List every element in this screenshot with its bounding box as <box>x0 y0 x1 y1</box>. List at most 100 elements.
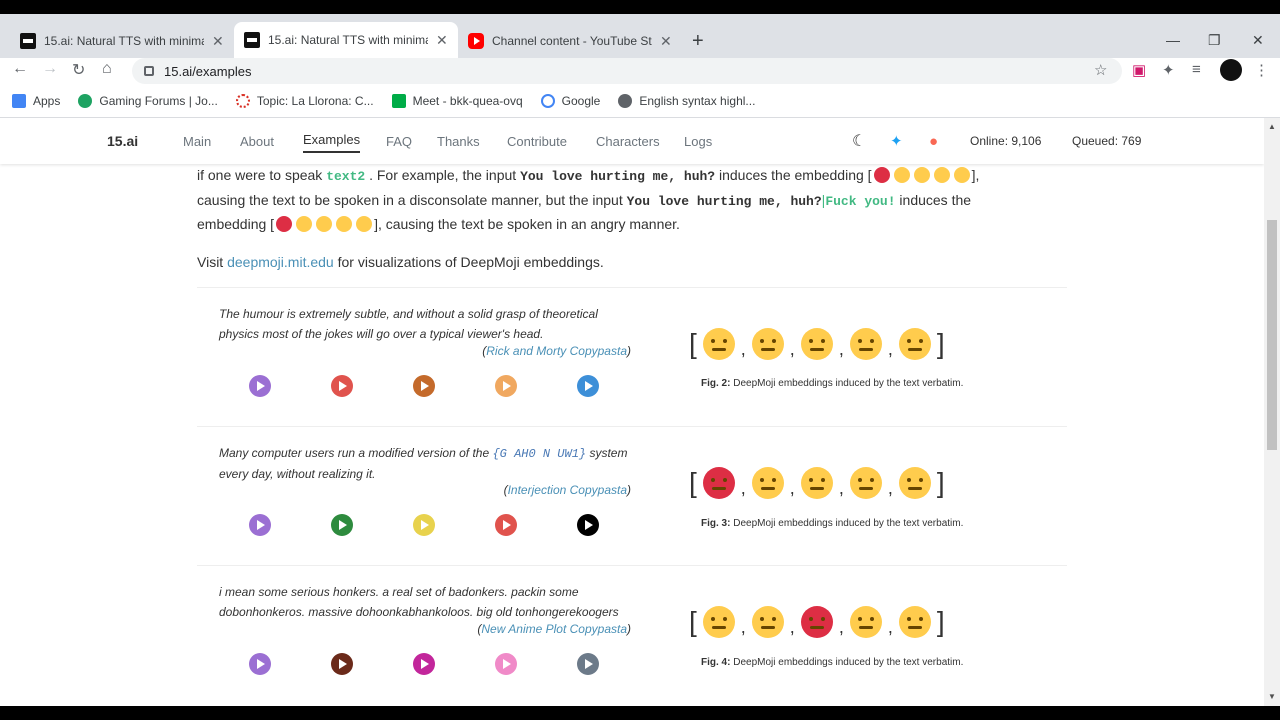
bookmark-apps[interactable]: Apps <box>12 93 60 108</box>
reading-list-icon[interactable]: ≡ <box>1192 61 1201 78</box>
page-scrollbar[interactable]: ▲ ▼ <box>1264 118 1280 706</box>
moon-icon[interactable]: ☾ <box>852 131 866 151</box>
browser-tab-1[interactable]: 15.ai: Natural TTS with minimal d ✕ <box>10 24 234 58</box>
devil-emoji-icon <box>800 606 833 638</box>
scrollbar-thumb[interactable] <box>1267 220 1277 450</box>
source-link[interactable]: Rick and Morty Copypasta <box>486 344 627 358</box>
source-link[interactable]: Interjection Copypasta <box>508 483 627 497</box>
play-button[interactable] <box>331 514 353 536</box>
angry-face-emoji-icon <box>316 216 333 232</box>
reload-icon[interactable]: ↻ <box>72 60 85 80</box>
visit-paragraph: Visit deepmoji.mit.edu for visualization… <box>197 253 604 270</box>
source-link[interactable]: New Anime Plot Copypasta <box>481 622 627 636</box>
nav-about[interactable]: About <box>240 134 274 149</box>
pocket-icon[interactable]: ▣ <box>1132 61 1146 79</box>
muscle-emoji-icon <box>751 606 784 638</box>
steam-emoji-icon <box>336 216 353 232</box>
close-icon[interactable]: ✕ <box>660 33 672 50</box>
nav-logs[interactable]: Logs <box>684 134 712 149</box>
web-page: 15.ai Main About Examples FAQ Thanks Con… <box>0 118 1264 706</box>
grinning-emoji-icon <box>849 328 882 360</box>
emoji-figure: [ , , , , ] <box>689 606 945 638</box>
queued-count: Queued: 769 <box>1072 134 1142 148</box>
patreon-icon[interactable]: ● <box>929 133 938 150</box>
meet-icon <box>391 93 406 108</box>
google-icon <box>540 93 555 108</box>
restore-icon[interactable]: ❐ <box>1208 32 1221 49</box>
nav-thanks[interactable]: Thanks <box>437 134 480 149</box>
confused-emoji-icon <box>933 167 950 183</box>
expressionless-emoji-icon <box>800 467 833 499</box>
play-button[interactable] <box>413 514 435 536</box>
nav-main[interactable]: Main <box>183 134 211 149</box>
star-icon[interactable]: ☆ <box>1094 61 1107 79</box>
profile-avatar[interactable] <box>1220 59 1242 81</box>
play-button[interactable] <box>495 653 517 675</box>
ok-hand-emoji-icon <box>356 216 373 232</box>
forward-icon[interactable]: → <box>42 60 58 78</box>
bookmark-google[interactable]: Google <box>540 93 600 108</box>
play-buttons <box>249 514 659 536</box>
address-bar[interactable]: 15.ai/examples <box>132 58 1122 84</box>
play-button[interactable] <box>249 375 271 397</box>
browser-tab-3[interactable]: Channel content - YouTube Studi ✕ <box>458 24 682 58</box>
play-button[interactable] <box>413 653 435 675</box>
bookmark-gaming-forums[interactable]: Gaming Forums | Jo... <box>78 93 218 108</box>
pensive-emoji-icon <box>913 167 930 183</box>
favicon-15ai-icon <box>244 32 260 48</box>
nav-faq[interactable]: FAQ <box>386 134 412 149</box>
play-button[interactable] <box>495 514 517 536</box>
nav-examples[interactable]: Examples <box>303 132 361 153</box>
play-button[interactable] <box>331 375 353 397</box>
inline-code: You love hurting me, huh? <box>520 169 716 184</box>
inline-code: You love hurting me, huh? <box>626 193 822 209</box>
figure-caption: Fig. 4: DeepMoji embeddings induced by t… <box>701 657 964 668</box>
example-quote: Many computer users run a modified versi… <box>219 446 628 481</box>
bookmark-english-syntax[interactable]: English syntax highl... <box>618 93 755 108</box>
main-content: if one were to speak text2 . For example… <box>197 164 1067 675</box>
play-button[interactable] <box>495 375 517 397</box>
heart-emoji-icon <box>873 167 890 183</box>
close-window-icon[interactable]: ✕ <box>1252 32 1264 49</box>
inline-code: text2 <box>326 169 366 184</box>
apps-grid-icon <box>12 93 26 108</box>
play-buttons <box>249 653 659 675</box>
bookmark-meet[interactable]: Meet - bkk-quea-ovq <box>391 93 523 108</box>
nav-contribute[interactable]: Contribute <box>507 134 567 149</box>
close-icon[interactable]: ✕ <box>436 32 448 49</box>
winking-tongue-emoji-icon <box>751 328 784 360</box>
close-icon[interactable]: ✕ <box>212 33 224 50</box>
intro-paragraph: if one were to speak text2 . For example… <box>197 167 980 232</box>
angry-emoji-icon <box>751 467 784 499</box>
tab-title: 15.ai: Natural TTS with minimal d <box>268 33 428 47</box>
play-button[interactable] <box>413 375 435 397</box>
example-card: Many computer users run a modified versi… <box>197 426 1067 564</box>
back-icon[interactable]: ← <box>12 60 28 78</box>
twitter-icon[interactable]: ✦ <box>890 132 903 150</box>
new-tab-button[interactable]: + <box>692 30 704 53</box>
url-text: 15.ai/examples <box>164 63 252 79</box>
browser-tab-2[interactable]: 15.ai: Natural TTS with minimal d ✕ <box>234 22 458 58</box>
online-count: Online: 9,106 <box>970 134 1042 148</box>
lock-icon <box>144 66 154 76</box>
scroll-up-icon[interactable]: ▲ <box>1268 122 1276 131</box>
play-button[interactable] <box>577 375 599 397</box>
angry-emoji-icon <box>276 216 293 232</box>
example-card: The humour is extremely subtle, and with… <box>197 287 1067 425</box>
site-brand[interactable]: 15.ai <box>107 133 138 149</box>
bookmark-la-llorona[interactable]: Topic: La Llorona: C... <box>235 93 374 108</box>
minimize-icon[interactable]: — <box>1166 32 1180 48</box>
nav-characters[interactable]: Characters <box>596 134 660 149</box>
topic-icon <box>235 93 250 108</box>
scroll-down-icon[interactable]: ▼ <box>1268 692 1276 701</box>
play-button[interactable] <box>249 514 271 536</box>
extensions-icon[interactable]: ✦ <box>1162 61 1175 79</box>
deepmoji-link[interactable]: deepmoji.mit.edu <box>227 254 334 270</box>
home-icon[interactable]: ⌂ <box>102 60 112 78</box>
menu-icon[interactable]: ⋮ <box>1254 61 1269 79</box>
play-button[interactable] <box>577 653 599 675</box>
play-button[interactable] <box>331 653 353 675</box>
play-button[interactable] <box>577 514 599 536</box>
play-button[interactable] <box>249 653 271 675</box>
example-source: (Rick and Morty Copypasta) <box>482 344 631 358</box>
